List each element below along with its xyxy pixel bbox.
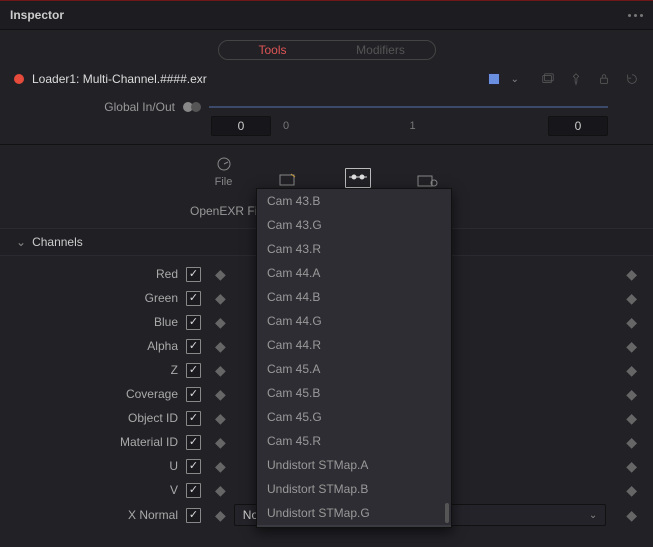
channel-label: Coverage: [0, 387, 186, 401]
node-enable-toggle[interactable]: [14, 74, 24, 84]
channel-label: U: [0, 459, 186, 473]
keyframe-diamond-icon[interactable]: ◆: [201, 338, 234, 355]
channel-label: Red: [0, 267, 186, 281]
keyframe-diamond-icon[interactable]: ◆: [612, 482, 653, 499]
dropdown-item[interactable]: Cam 45.G: [257, 405, 451, 429]
dropdown-item[interactable]: Cam 45.R: [257, 429, 451, 453]
reset-icon[interactable]: [625, 72, 639, 86]
dropdown-item[interactable]: Cam 43.G: [257, 213, 451, 237]
channel-checkbox[interactable]: [186, 435, 201, 450]
page-file[interactable]: File: [215, 155, 233, 188]
channel-checkbox[interactable]: [186, 267, 201, 282]
channel-label: Z: [0, 363, 186, 377]
channel-label: V: [0, 483, 186, 497]
lock-icon[interactable]: [597, 72, 611, 86]
dropdown-item[interactable]: Cam 44.R: [257, 333, 451, 357]
keyframe-diamond-icon[interactable]: ◆: [612, 266, 653, 283]
page-settings[interactable]: [417, 174, 439, 188]
keyframe-diamond-icon[interactable]: ◆: [612, 507, 653, 524]
tabs: Tools Modifiers: [0, 30, 653, 68]
dropdown-item[interactable]: Cam 45.A: [257, 357, 451, 381]
channel-checkbox[interactable]: [186, 363, 201, 378]
keyframe-diamond-icon[interactable]: ◆: [201, 266, 234, 283]
chevron-down-icon[interactable]: ⌄: [511, 74, 519, 85]
keyframe-diamond-icon[interactable]: ◆: [612, 386, 653, 403]
channel-checkbox[interactable]: [186, 315, 201, 330]
pin-icon[interactable]: [569, 72, 583, 86]
x-normal-label: X Normal: [0, 508, 186, 522]
keyframe-diamond-icon[interactable]: ◆: [612, 314, 653, 331]
channel-checkbox[interactable]: [186, 483, 201, 498]
range-handles[interactable]: [183, 102, 201, 112]
channel-checkbox[interactable]: [186, 459, 201, 474]
page-channels[interactable]: [345, 168, 371, 188]
tile-color-swatch[interactable]: [488, 73, 500, 85]
channel-label: Blue: [0, 315, 186, 329]
range-track[interactable]: [209, 106, 608, 108]
channel-label: Green: [0, 291, 186, 305]
range-start-field[interactable]: 0: [211, 116, 271, 136]
dropdown-item[interactable]: Cam 43.B: [257, 189, 451, 213]
dropdown-item[interactable]: Cam 44.B: [257, 285, 451, 309]
dropdown-item[interactable]: Undistort STMap.R: [257, 525, 451, 528]
keyframe-diamond-icon[interactable]: ◆: [201, 507, 234, 524]
keyframe-diamond-icon[interactable]: ◆: [201, 482, 234, 499]
dropdown-item[interactable]: Cam 43.R: [257, 237, 451, 261]
dropdown-item[interactable]: Undistort STMap.G: [257, 501, 451, 525]
versions-icon[interactable]: [541, 72, 555, 86]
keyframe-diamond-icon[interactable]: ◆: [201, 410, 234, 427]
tab-modifiers[interactable]: Modifiers: [327, 41, 435, 59]
channel-checkbox[interactable]: [186, 411, 201, 426]
keyframe-diamond-icon[interactable]: ◆: [201, 314, 234, 331]
keyframe-diamond-icon[interactable]: ◆: [612, 434, 653, 451]
node-name: Loader1: Multi-Channel.####.exr: [32, 72, 480, 86]
scrollbar[interactable]: [445, 193, 449, 523]
keyframe-diamond-icon[interactable]: ◆: [612, 458, 653, 475]
keyframe-diamond-icon[interactable]: ◆: [612, 362, 653, 379]
panel-menu-icon[interactable]: [628, 14, 643, 17]
keyframe-diamond-icon[interactable]: ◆: [201, 362, 234, 379]
keyframe-diamond-icon[interactable]: ◆: [612, 338, 653, 355]
keyframe-diamond-icon[interactable]: ◆: [201, 290, 234, 307]
keyframe-diamond-icon[interactable]: ◆: [201, 458, 234, 475]
x-normal-checkbox[interactable]: [186, 508, 201, 523]
channel-label: Object ID: [0, 411, 186, 425]
dropdown-item[interactable]: Cam 45.B: [257, 381, 451, 405]
page-tabs: File: [0, 145, 653, 190]
title-bar: Inspector: [0, 0, 653, 30]
keyframe-diamond-icon[interactable]: ◆: [612, 290, 653, 307]
channel-checkbox[interactable]: [186, 339, 201, 354]
chevron-down-icon: ⌄: [16, 235, 26, 249]
tick-0: 0: [283, 120, 289, 132]
channel-checkbox[interactable]: [186, 387, 201, 402]
chevron-down-icon: ⌄: [589, 510, 597, 521]
dropdown-item[interactable]: Undistort STMap.A: [257, 453, 451, 477]
keyframe-diamond-icon[interactable]: ◆: [612, 410, 653, 427]
dropdown-item[interactable]: Cam 44.A: [257, 261, 451, 285]
keyframe-diamond-icon[interactable]: ◆: [201, 434, 234, 451]
global-in-out-label: Global In/Out: [104, 100, 175, 114]
panel-title: Inspector: [10, 8, 64, 22]
channel-label: Alpha: [0, 339, 186, 353]
channel-dropdown-list[interactable]: Cam 43.BCam 43.GCam 43.RCam 44.ACam 44.B…: [256, 188, 452, 528]
dropdown-item[interactable]: Undistort STMap.B: [257, 477, 451, 501]
tick-1: 1: [410, 120, 416, 132]
keyframe-diamond-icon[interactable]: ◆: [201, 386, 234, 403]
channel-checkbox[interactable]: [186, 291, 201, 306]
channel-label: Material ID: [0, 435, 186, 449]
tab-tools[interactable]: Tools: [219, 41, 327, 59]
page-import[interactable]: [279, 172, 299, 188]
dropdown-item[interactable]: Cam 44.G: [257, 309, 451, 333]
range-end-field[interactable]: 0: [548, 116, 608, 136]
